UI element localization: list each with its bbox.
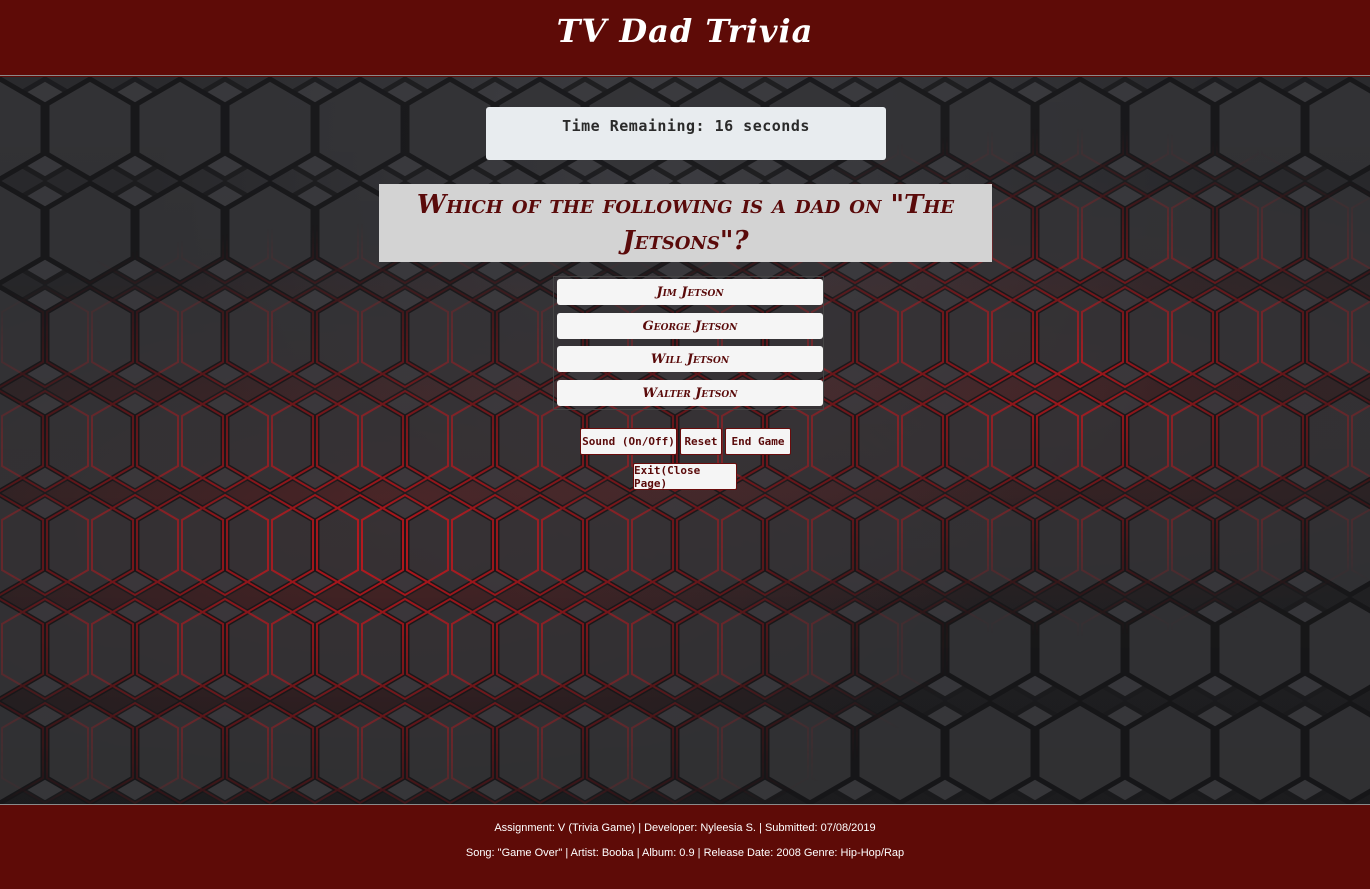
answer-option[interactable]: Will Jetson (557, 346, 823, 372)
page-header: TV Dad Trivia (0, 0, 1370, 76)
sound-toggle-button[interactable]: Sound (On/Off) (580, 428, 677, 455)
time-remaining: Time Remaining: 16 seconds (486, 107, 886, 160)
game-area: Time Remaining: 16 seconds Which of the … (0, 77, 1370, 804)
exit-button[interactable]: Exit(Close Page) (633, 463, 737, 490)
page-title: TV Dad Trivia (556, 11, 814, 50)
end-game-button[interactable]: End Game (725, 428, 791, 455)
footer-credits: Assignment: V (Trivia Game) | Developer:… (494, 822, 876, 834)
reset-button[interactable]: Reset (680, 428, 722, 455)
footer-song-info: Song: "Game Over" | Artist: Booba | Albu… (465, 847, 905, 859)
answer-list: Jim Jetson George Jetson Will Jetson Wal… (553, 276, 824, 410)
page-footer: Assignment: V (Trivia Game) | Developer:… (0, 804, 1370, 889)
answer-option[interactable]: Walter Jetson (557, 380, 823, 406)
answer-option[interactable]: George Jetson (557, 313, 823, 339)
answer-option[interactable]: Jim Jetson (557, 279, 823, 305)
question-text: Which of the following is a dad on "The … (379, 184, 992, 262)
